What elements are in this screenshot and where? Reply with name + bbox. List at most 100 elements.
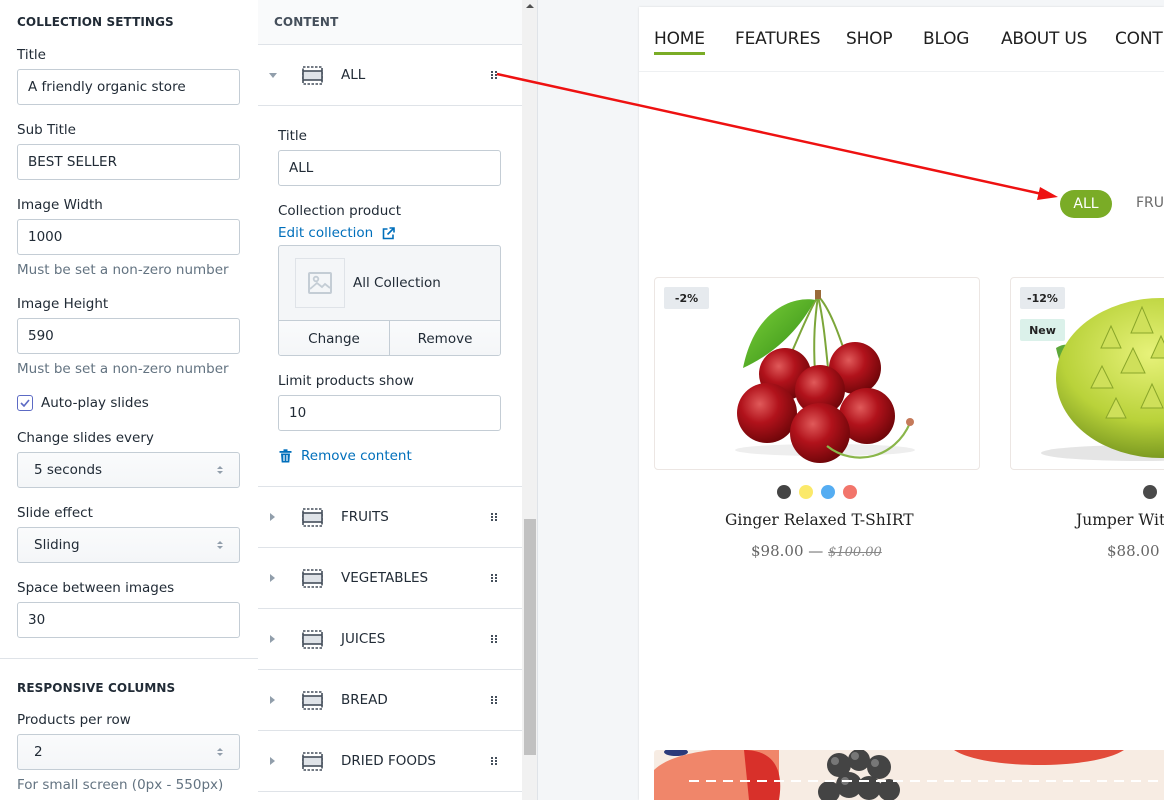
space-between-input[interactable]: 30 <box>17 602 240 638</box>
content-block-bread[interactable]: BREAD <box>258 670 522 731</box>
promo-banner <box>654 750 1164 800</box>
collection-tab-all[interactable]: ALL <box>1060 190 1112 218</box>
product-card-image[interactable]: -12% New <box>1010 277 1164 470</box>
change-every-select[interactable]: 5 seconds <box>17 452 240 488</box>
block-label: JUICES <box>341 631 386 647</box>
color-swatch[interactable] <box>799 485 813 499</box>
space-between-label: Space between images <box>17 580 175 596</box>
nav-shop[interactable]: SHOP <box>846 29 893 49</box>
caret-right-icon[interactable] <box>270 696 275 704</box>
caret-right-icon[interactable] <box>270 757 275 765</box>
product-name[interactable]: Jumper Wit <box>1076 511 1164 529</box>
scroll-up-arrow-icon[interactable] <box>526 4 534 8</box>
theme-editor: COLLECTION SETTINGS Title A friendly org… <box>0 0 1164 800</box>
nav-contact[interactable]: CONT <box>1115 29 1163 49</box>
scroll-thumb[interactable] <box>524 519 536 755</box>
discount-badge: -12% <box>1020 287 1065 309</box>
remove-collection-button[interactable]: Remove <box>389 321 500 355</box>
product-old-price: $100.00 <box>828 545 882 560</box>
discount-badge: -2% <box>664 287 709 309</box>
color-swatch[interactable] <box>777 485 791 499</box>
caret-right-icon[interactable] <box>270 513 275 521</box>
collection-name: All Collection <box>353 275 441 291</box>
title-input[interactable]: A friendly organic store <box>17 69 240 105</box>
remove-content-text: Remove content <box>301 448 412 464</box>
drag-handle-icon[interactable] <box>491 756 498 766</box>
content-block-juices[interactable]: JUICES <box>258 609 522 670</box>
image-height-input[interactable]: 590 <box>17 318 240 354</box>
image-placeholder-icon <box>308 272 332 294</box>
drag-handle-icon[interactable] <box>491 634 498 644</box>
product-price: $98.00 <box>751 542 804 560</box>
block-layout-icon <box>302 65 323 85</box>
autoplay-row[interactable]: Auto-play slides <box>17 395 149 411</box>
external-link-icon <box>382 226 396 239</box>
change-every-label: Change slides every <box>17 430 154 446</box>
edit-collection-link[interactable]: Edit collection <box>278 225 396 241</box>
block-layout-icon <box>302 751 323 771</box>
drag-handle-icon[interactable] <box>491 573 498 583</box>
products-per-row-value: 2 <box>34 744 43 760</box>
drag-handle-icon[interactable] <box>491 512 498 522</box>
caret-right-icon[interactable] <box>270 574 275 582</box>
price-separator: — <box>808 542 824 560</box>
drag-handle-icon[interactable] <box>491 70 498 80</box>
trash-icon <box>279 449 292 463</box>
color-swatch[interactable] <box>843 485 857 499</box>
checkmark-icon <box>20 399 30 407</box>
products-per-row-label: Products per row <box>17 712 131 728</box>
collection-product-label: Collection product <box>278 203 401 219</box>
select-arrows-icon <box>217 541 223 549</box>
image-width-label: Image Width <box>17 197 103 213</box>
product-name[interactable]: Ginger Relaxed T-ShIRT <box>725 511 914 529</box>
title-label: Title <box>17 47 46 63</box>
nav-about-us[interactable]: ABOUT US <box>1001 29 1087 49</box>
image-height-label: Image Height <box>17 296 109 312</box>
color-swatches <box>777 485 857 499</box>
slide-effect-value: Sliding <box>34 537 80 553</box>
products-per-row-select[interactable]: 2 <box>17 734 240 770</box>
caret-down-icon[interactable] <box>269 72 277 78</box>
products-per-row-help: For small screen (0px - 550px) <box>17 777 224 793</box>
autoplay-checkbox[interactable] <box>17 395 33 411</box>
color-swatch[interactable] <box>1143 485 1157 499</box>
block-title-input[interactable]: ALL <box>278 150 501 186</box>
nav-features[interactable]: FEATURES <box>735 29 821 49</box>
nav-blog[interactable]: BLOG <box>923 29 969 49</box>
select-arrows-icon <box>217 748 223 756</box>
product-price: $88.00 <box>1107 542 1160 560</box>
block-label: BREAD <box>341 692 388 708</box>
collection-picker-card: All Collection Change Remove <box>278 245 501 356</box>
product-card-image[interactable]: -2% <box>654 277 980 470</box>
berries-banner-image <box>654 750 1164 800</box>
slide-effect-select[interactable]: Sliding <box>17 527 240 563</box>
block-layout-icon <box>302 507 323 527</box>
content-panel-scrollbar[interactable] <box>522 0 538 800</box>
image-width-input[interactable]: 1000 <box>17 219 240 255</box>
section-title-responsive-columns: RESPONSIVE COLUMNS <box>17 681 176 695</box>
collection-tab-fruits[interactable]: FRU <box>1136 195 1164 211</box>
change-collection-button[interactable]: Change <box>279 321 389 355</box>
nav-home[interactable]: HOME <box>654 29 705 55</box>
product-price-row: $88.00 <box>1107 542 1160 560</box>
subtitle-label: Sub Title <box>17 122 76 138</box>
section-title-collection-settings: COLLECTION SETTINGS <box>17 15 174 29</box>
content-block-fruits[interactable]: FRUITS <box>258 487 522 548</box>
content-block-dried-foods[interactable]: DRIED FOODS <box>258 731 522 792</box>
drag-handle-icon[interactable] <box>491 695 498 705</box>
collection-settings-panel: COLLECTION SETTINGS Title A friendly org… <box>0 0 258 800</box>
content-header-title: CONTENT <box>274 15 339 29</box>
remove-content-button[interactable]: Remove content <box>279 448 412 464</box>
color-swatch[interactable] <box>821 485 835 499</box>
limit-products-input[interactable]: 10 <box>278 395 501 431</box>
content-header: CONTENT <box>258 0 522 45</box>
collection-thumbnail <box>295 258 345 308</box>
content-block-vegetables[interactable]: VEGETABLES <box>258 548 522 609</box>
select-arrows-icon <box>217 466 223 474</box>
content-block-all[interactable]: ALL <box>258 45 522 106</box>
caret-right-icon[interactable] <box>270 635 275 643</box>
section-divider <box>0 658 258 659</box>
block-label: VEGETABLES <box>341 570 429 586</box>
change-every-value: 5 seconds <box>34 462 103 478</box>
subtitle-input[interactable]: BEST SELLER <box>17 144 240 180</box>
